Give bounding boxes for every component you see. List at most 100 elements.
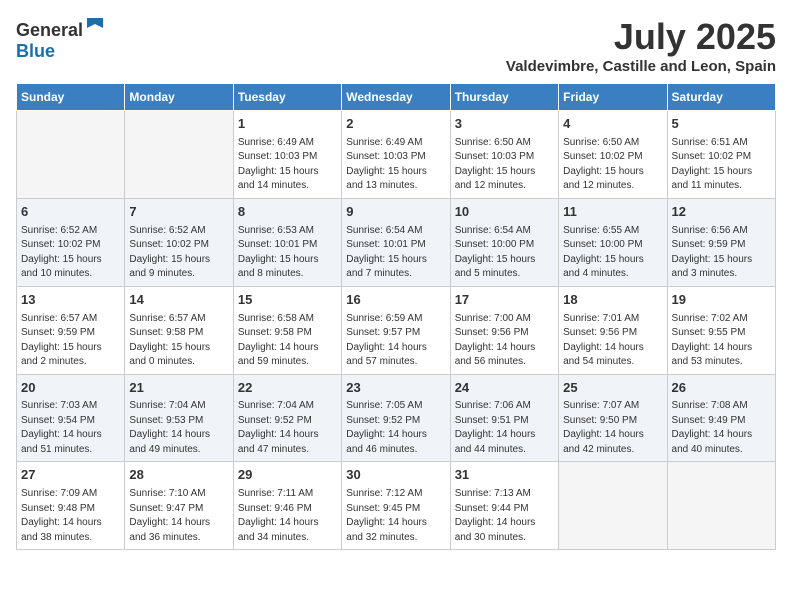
logo-flag-icon <box>85 16 105 36</box>
day-number: 8 <box>238 203 337 222</box>
calendar-cell: 4 Sunrise: 6:50 AM Sunset: 10:02 PM Dayli… <box>559 111 667 199</box>
calendar-cell: 21Sunrise: 7:04 AM Sunset: 9:53 PM Dayli… <box>125 374 233 462</box>
logo-general: General <box>16 20 83 40</box>
day-number: 10 <box>455 203 554 222</box>
calendar-cell: 2 Sunrise: 6:49 AM Sunset: 10:03 PM Dayli… <box>342 111 450 199</box>
day-info: Sunrise: 7:05 AM Sunset: 9:52 PM Dayligh… <box>346 399 445 457</box>
location-title: Valdevimbre, Castille and Leon, Spain <box>506 58 776 75</box>
weekday-header-thursday: Thursday <box>450 84 558 111</box>
day-number: 17 <box>455 291 554 310</box>
page-header: General Blue July 2025 Valdevimbre, Cast… <box>16 16 776 75</box>
calendar-week-row: 1 Sunrise: 6:49 AM Sunset: 10:03 PM Dayli… <box>17 111 776 199</box>
calendar-week-row: 20Sunrise: 7:03 AM Sunset: 9:54 PM Dayli… <box>17 374 776 462</box>
day-number: 2 <box>346 115 445 134</box>
day-number: 16 <box>346 291 445 310</box>
day-info: Sunrise: 7:08 AM Sunset: 9:49 PM Dayligh… <box>672 399 771 457</box>
day-info: Sunrise: 6:51 AM Sunset: 10:02 PM Daylig… <box>672 136 771 194</box>
day-info: Sunrise: 6:56 AM Sunset: 9:59 PM Dayligh… <box>672 224 771 282</box>
day-number: 23 <box>346 379 445 398</box>
calendar-cell: 16 Sunrise: 6:59 AM Sunset: 9:57 PM Dayli… <box>342 286 450 374</box>
day-number: 27 <box>21 466 120 485</box>
day-info: Sunrise: 7:09 AM Sunset: 9:48 PM Dayligh… <box>21 487 120 545</box>
day-info: Sunrise: 6:54 AM Sunset: 10:01 PM Daylig… <box>346 224 445 282</box>
day-number: 18 <box>563 291 662 310</box>
calendar-cell: 20Sunrise: 7:03 AM Sunset: 9:54 PM Dayli… <box>17 374 125 462</box>
day-number: 21 <box>129 379 228 398</box>
calendar-cell: 29 Sunrise: 7:11 AM Sunset: 9:46 PM Dayli… <box>233 462 341 550</box>
day-info: Sunrise: 6:55 AM Sunset: 10:00 PM Daylig… <box>563 224 662 282</box>
weekday-header-monday: Monday <box>125 84 233 111</box>
calendar-cell: 5Sunrise: 6:51 AM Sunset: 10:02 PM Dayli… <box>667 111 775 199</box>
calendar-cell: 30 Sunrise: 7:12 AM Sunset: 9:45 PM Dayli… <box>342 462 450 550</box>
day-info: Sunrise: 7:01 AM Sunset: 9:56 PM Dayligh… <box>563 312 662 370</box>
weekday-header-saturday: Saturday <box>667 84 775 111</box>
day-info: Sunrise: 7:04 AM Sunset: 9:52 PM Dayligh… <box>238 399 337 457</box>
calendar-week-row: 6Sunrise: 6:52 AM Sunset: 10:02 PM Dayli… <box>17 198 776 286</box>
day-info: Sunrise: 6:52 AM Sunset: 10:02 PM Daylig… <box>21 224 120 282</box>
logo-blue: Blue <box>16 41 55 61</box>
calendar-cell: 1Sunrise: 6:49 AM Sunset: 10:03 PM Dayli… <box>233 111 341 199</box>
day-number: 4 <box>563 115 662 134</box>
weekday-header-friday: Friday <box>559 84 667 111</box>
day-number: 11 <box>563 203 662 222</box>
day-info: Sunrise: 6:49 AM Sunset: 10:03 PM Daylig… <box>346 136 445 194</box>
day-info: Sunrise: 7:06 AM Sunset: 9:51 PM Dayligh… <box>455 399 554 457</box>
calendar-cell: 13 Sunrise: 6:57 AM Sunset: 9:59 PM Dayli… <box>17 286 125 374</box>
day-number: 13 <box>21 291 120 310</box>
calendar-cell: 8 Sunrise: 6:53 AM Sunset: 10:01 PM Dayli… <box>233 198 341 286</box>
day-number: 14 <box>129 291 228 310</box>
day-number: 24 <box>455 379 554 398</box>
logo: General Blue <box>16 16 103 62</box>
day-number: 26 <box>672 379 771 398</box>
day-info: Sunrise: 7:04 AM Sunset: 9:53 PM Dayligh… <box>129 399 228 457</box>
day-number: 20 <box>21 379 120 398</box>
calendar-week-row: 13 Sunrise: 6:57 AM Sunset: 9:59 PM Dayli… <box>17 286 776 374</box>
calendar-cell <box>125 111 233 199</box>
day-info: Sunrise: 6:57 AM Sunset: 9:59 PM Dayligh… <box>21 312 120 370</box>
day-number: 22 <box>238 379 337 398</box>
calendar-cell: 17Sunrise: 7:00 AM Sunset: 9:56 PM Dayli… <box>450 286 558 374</box>
calendar-cell: 27 Sunrise: 7:09 AM Sunset: 9:48 PM Dayli… <box>17 462 125 550</box>
day-number: 12 <box>672 203 771 222</box>
day-info: Sunrise: 6:58 AM Sunset: 9:58 PM Dayligh… <box>238 312 337 370</box>
day-number: 25 <box>563 379 662 398</box>
calendar-cell: 15 Sunrise: 6:58 AM Sunset: 9:58 PM Dayli… <box>233 286 341 374</box>
day-info: Sunrise: 6:52 AM Sunset: 10:02 PM Daylig… <box>129 224 228 282</box>
day-info: Sunrise: 6:53 AM Sunset: 10:01 PM Daylig… <box>238 224 337 282</box>
title-block: July 2025 Valdevimbre, Castille and Leon… <box>506 16 776 75</box>
logo-block: General Blue <box>16 16 103 62</box>
calendar-cell: 14 Sunrise: 6:57 AM Sunset: 9:58 PM Dayli… <box>125 286 233 374</box>
calendar-cell: 19 Sunrise: 7:02 AM Sunset: 9:55 PM Dayli… <box>667 286 775 374</box>
day-number: 9 <box>346 203 445 222</box>
calendar-cell: 6Sunrise: 6:52 AM Sunset: 10:02 PM Dayli… <box>17 198 125 286</box>
day-info: Sunrise: 6:50 AM Sunset: 10:02 PM Daylig… <box>563 136 662 194</box>
day-info: Sunrise: 7:10 AM Sunset: 9:47 PM Dayligh… <box>129 487 228 545</box>
day-info: Sunrise: 7:12 AM Sunset: 9:45 PM Dayligh… <box>346 487 445 545</box>
day-number: 1 <box>238 115 337 134</box>
day-info: Sunrise: 7:11 AM Sunset: 9:46 PM Dayligh… <box>238 487 337 545</box>
day-info: Sunrise: 7:07 AM Sunset: 9:50 PM Dayligh… <box>563 399 662 457</box>
calendar-cell: 7 Sunrise: 6:52 AM Sunset: 10:02 PM Dayli… <box>125 198 233 286</box>
day-info: Sunrise: 7:02 AM Sunset: 9:55 PM Dayligh… <box>672 312 771 370</box>
day-info: Sunrise: 6:59 AM Sunset: 9:57 PM Dayligh… <box>346 312 445 370</box>
calendar-week-row: 27 Sunrise: 7:09 AM Sunset: 9:48 PM Dayli… <box>17 462 776 550</box>
calendar-cell: 9 Sunrise: 6:54 AM Sunset: 10:01 PM Dayli… <box>342 198 450 286</box>
day-number: 28 <box>129 466 228 485</box>
calendar-cell: 12 Sunrise: 6:56 AM Sunset: 9:59 PM Dayli… <box>667 198 775 286</box>
day-number: 30 <box>346 466 445 485</box>
calendar-cell: 24Sunrise: 7:06 AM Sunset: 9:51 PM Dayli… <box>450 374 558 462</box>
calendar-cell: 26Sunrise: 7:08 AM Sunset: 9:49 PM Dayli… <box>667 374 775 462</box>
calendar-cell: 22Sunrise: 7:04 AM Sunset: 9:52 PM Dayli… <box>233 374 341 462</box>
day-number: 29 <box>238 466 337 485</box>
calendar-cell: 25Sunrise: 7:07 AM Sunset: 9:50 PM Dayli… <box>559 374 667 462</box>
day-number: 7 <box>129 203 228 222</box>
day-number: 19 <box>672 291 771 310</box>
calendar-cell: 31Sunrise: 7:13 AM Sunset: 9:44 PM Dayli… <box>450 462 558 550</box>
calendar-cell: 28 Sunrise: 7:10 AM Sunset: 9:47 PM Dayli… <box>125 462 233 550</box>
month-title: July 2025 <box>506 16 776 58</box>
weekday-header-wednesday: Wednesday <box>342 84 450 111</box>
calendar-cell: 11 Sunrise: 6:55 AM Sunset: 10:00 PM Dayl… <box>559 198 667 286</box>
day-number: 3 <box>455 115 554 134</box>
day-number: 15 <box>238 291 337 310</box>
day-info: Sunrise: 6:57 AM Sunset: 9:58 PM Dayligh… <box>129 312 228 370</box>
